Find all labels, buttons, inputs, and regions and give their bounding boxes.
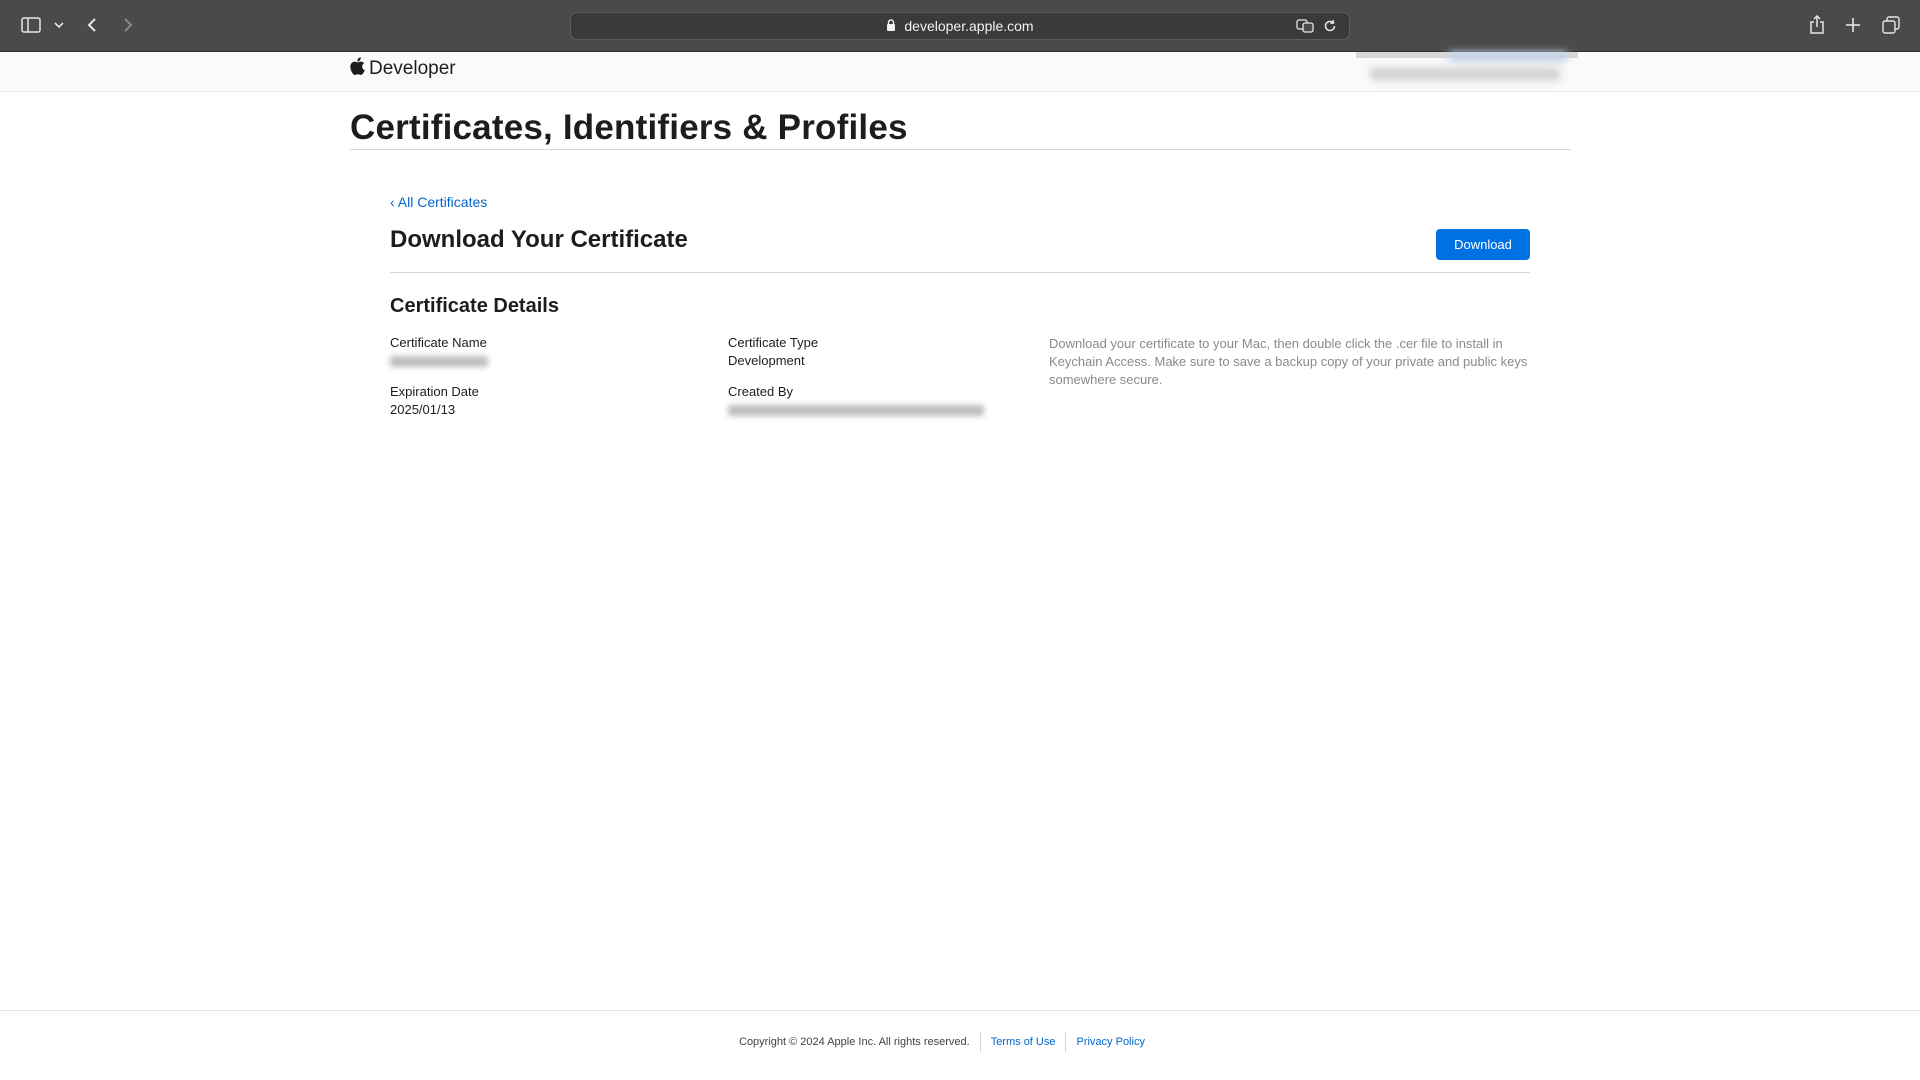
expiration-date-field: Expiration Date 2025/01/13 (390, 383, 479, 418)
address-bar[interactable]: developer.apple.com (570, 12, 1350, 40)
field-value: Development (728, 353, 805, 368)
certificate-name-field: Certificate Name (390, 334, 488, 369)
install-instructions: Download your certificate to your Mac, t… (1049, 336, 1528, 387)
developer-header: Developer (0, 52, 1920, 92)
footer-divider (0, 1010, 1920, 1011)
apple-logo-icon (350, 57, 365, 81)
terms-of-use-link[interactable]: Terms of Use (991, 1036, 1056, 1048)
footer: Copyright © 2024 Apple Inc. All rights r… (739, 1031, 1145, 1053)
footer-separator (979, 1032, 981, 1052)
field-label: Created By (728, 384, 794, 399)
browser-toolbar: developer.apple.com (0, 0, 1920, 52)
field-value: 2025/01/13 (390, 402, 456, 417)
certificate-type-field: Certificate Type Development (728, 334, 818, 369)
all-certificates-link[interactable]: ‹ All Certificates (390, 194, 487, 210)
created-by-redacted (728, 401, 984, 418)
tab-overview-icon[interactable] (1880, 12, 1902, 38)
url-text: developer.apple.com (904, 18, 1034, 34)
reload-icon[interactable] (1321, 17, 1339, 35)
download-button[interactable]: Download (1436, 229, 1530, 260)
sidebar-toggle-icon[interactable] (20, 12, 42, 38)
back-icon[interactable] (82, 12, 102, 38)
lock-icon (886, 18, 896, 34)
copyright-text: Copyright © 2024 Apple Inc. All rights r… (739, 1036, 970, 1048)
account-name-redacted (1448, 52, 1568, 62)
page-title: Certificates, Identifiers & Profiles (350, 108, 908, 147)
share-icon[interactable] (1806, 12, 1828, 38)
forward-icon[interactable] (118, 12, 138, 38)
details-title: Certificate Details (390, 295, 559, 317)
account-team-redacted (1370, 68, 1560, 80)
title-divider (350, 149, 1571, 150)
section-divider (390, 272, 1530, 273)
new-tab-icon[interactable] (1842, 12, 1864, 38)
translate-icon[interactable] (1295, 17, 1315, 35)
footer-separator (1065, 1032, 1067, 1052)
certificate-name-redacted (390, 352, 488, 369)
field-label: Certificate Name (390, 335, 487, 350)
developer-brand: Developer (369, 58, 456, 79)
created-by-field: Created By (728, 383, 984, 418)
chevron-down-icon[interactable] (52, 12, 66, 38)
account-menu[interactable] (1356, 52, 1578, 90)
developer-logo[interactable]: Developer (350, 57, 456, 81)
field-label: Expiration Date (390, 384, 479, 399)
privacy-policy-link[interactable]: Privacy Policy (1076, 1036, 1144, 1048)
field-label: Certificate Type (728, 335, 819, 350)
section-title: Download Your Certificate (390, 226, 688, 253)
